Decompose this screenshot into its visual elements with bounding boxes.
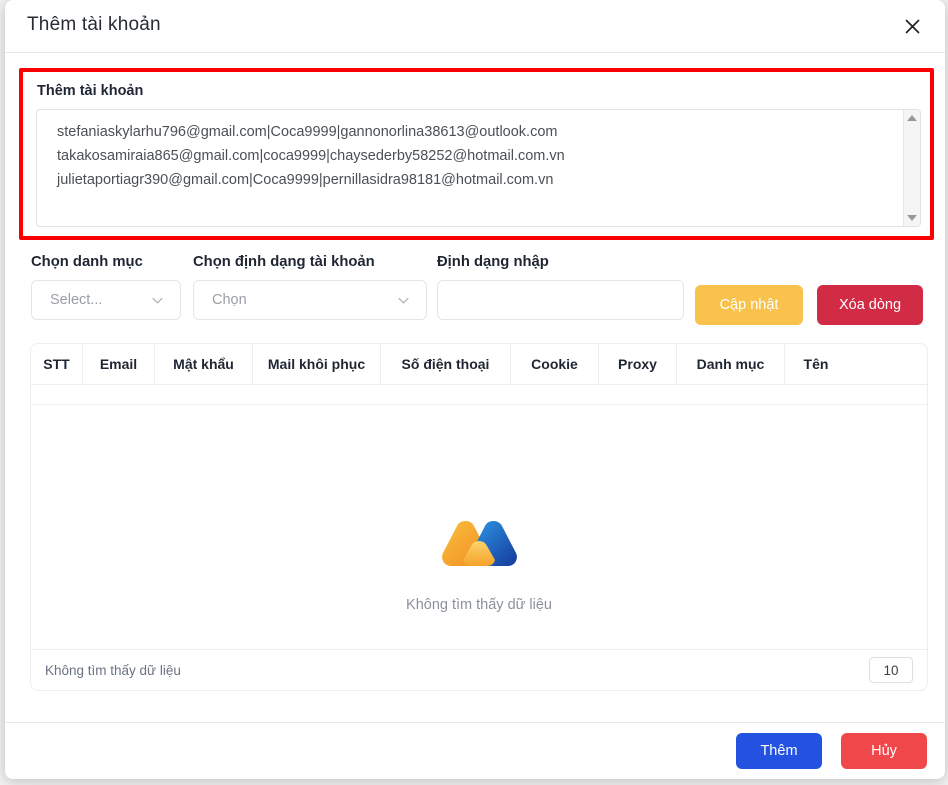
page-size-selector[interactable]: 10	[869, 657, 913, 683]
table-empty-state: Không tìm thấy dữ liệu	[31, 405, 927, 650]
empty-state-text: Không tìm thấy dữ liệu	[406, 597, 552, 613]
close-icon	[905, 19, 919, 33]
add-account-dialog: Thêm tài khoản Thêm tài khoản Chọn danh …	[5, 0, 945, 779]
chevron-down-icon	[152, 297, 163, 304]
input-format-group: Định dạng nhập	[437, 254, 684, 320]
scroll-down-arrow-icon[interactable]	[907, 215, 917, 221]
section-label: Thêm tài khoản	[37, 83, 144, 99]
category-select[interactable]: Select...	[31, 280, 181, 320]
close-button[interactable]	[897, 11, 927, 41]
accounts-table: STT Email Mật khẩu Mail khôi phục Số điện th…	[30, 343, 928, 691]
table-column-header[interactable]: Mật khẩu	[155, 344, 253, 384]
category-group: Chọn danh mục Select...	[31, 254, 181, 320]
chevron-down-icon	[398, 297, 409, 304]
dialog-header: Thêm tài khoản	[5, 0, 945, 53]
input-format-field[interactable]	[437, 280, 684, 320]
table-column-header[interactable]: Cookie	[511, 344, 599, 384]
table-column-header[interactable]: Số điện thoại	[381, 344, 511, 384]
table-column-header[interactable]: Proxy	[599, 344, 677, 384]
account-format-select[interactable]: Chọn	[193, 280, 427, 320]
category-label: Chọn danh mục	[31, 254, 143, 270]
add-button[interactable]: Thêm	[736, 733, 822, 769]
table-column-header[interactable]: Danh mục	[677, 344, 785, 384]
cancel-button[interactable]: Hủy	[841, 733, 927, 769]
table-column-header[interactable]: Mail khôi phục	[253, 344, 381, 384]
textarea-scrollbar[interactable]	[903, 110, 920, 226]
table-footer-text: Không tìm thấy dữ liệu	[45, 662, 181, 678]
account-format-group: Chọn định dạng tài khoản Chọn	[193, 254, 427, 320]
table-column-header[interactable]: Tên	[785, 344, 847, 384]
table-filter-row	[31, 385, 927, 405]
accounts-textarea[interactable]	[37, 110, 920, 226]
table-column-header[interactable]: Email	[83, 344, 155, 384]
table-header-row: STT Email Mật khẩu Mail khôi phục Số điện th…	[31, 344, 927, 385]
no-data-logo	[442, 520, 517, 566]
dialog-title: Thêm tài khoản	[27, 14, 161, 35]
scroll-up-arrow-icon[interactable]	[907, 115, 917, 121]
update-button[interactable]: Cập nhật	[695, 285, 803, 325]
delete-row-button[interactable]: Xóa dòng	[817, 285, 923, 325]
dialog-footer: Thêm Hủy	[5, 722, 945, 779]
table-footer: Không tìm thấy dữ liệu 10	[31, 649, 927, 690]
category-select-value: Select...	[50, 292, 103, 308]
controls-row: Chọn danh mục Select... Chọn định dạng t…	[31, 254, 923, 330]
accounts-textarea-container	[36, 109, 921, 227]
account-format-select-value: Chọn	[212, 292, 247, 308]
annotation-highlight-box: Thêm tài khoản	[19, 68, 934, 240]
account-format-label: Chọn định dạng tài khoản	[193, 254, 375, 270]
input-format-label: Định dạng nhập	[437, 254, 549, 270]
table-column-header[interactable]: STT	[31, 344, 83, 384]
